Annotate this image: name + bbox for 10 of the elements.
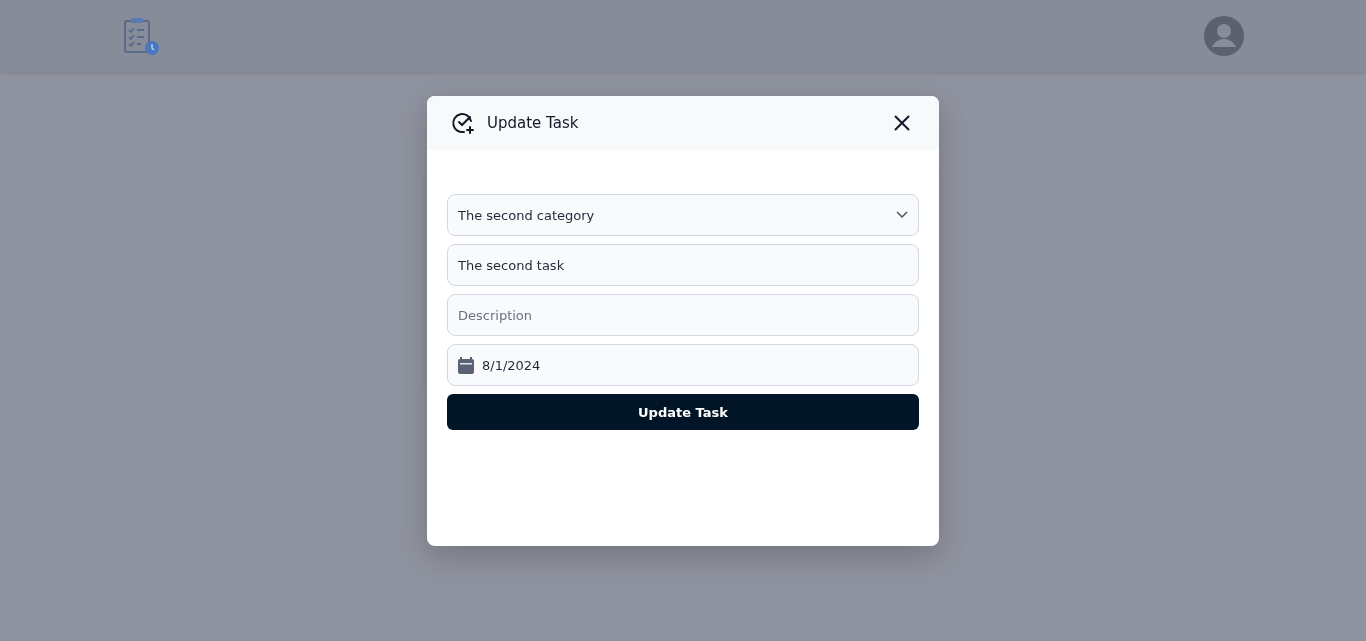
update-task-button[interactable]: Update Task (447, 394, 919, 430)
date-field[interactable]: 8/1/2024 (447, 344, 919, 386)
calendar-icon (458, 356, 474, 374)
category-select[interactable]: The second category (447, 194, 919, 236)
clipboard-checklist-icon (122, 16, 162, 56)
description-field[interactable]: Description (447, 294, 919, 336)
task-name-field[interactable]: The second task (447, 244, 919, 286)
dialog-title: Update Task (487, 114, 580, 132)
check-circle-plus-icon (451, 111, 475, 135)
chevron-down-icon (896, 211, 908, 219)
